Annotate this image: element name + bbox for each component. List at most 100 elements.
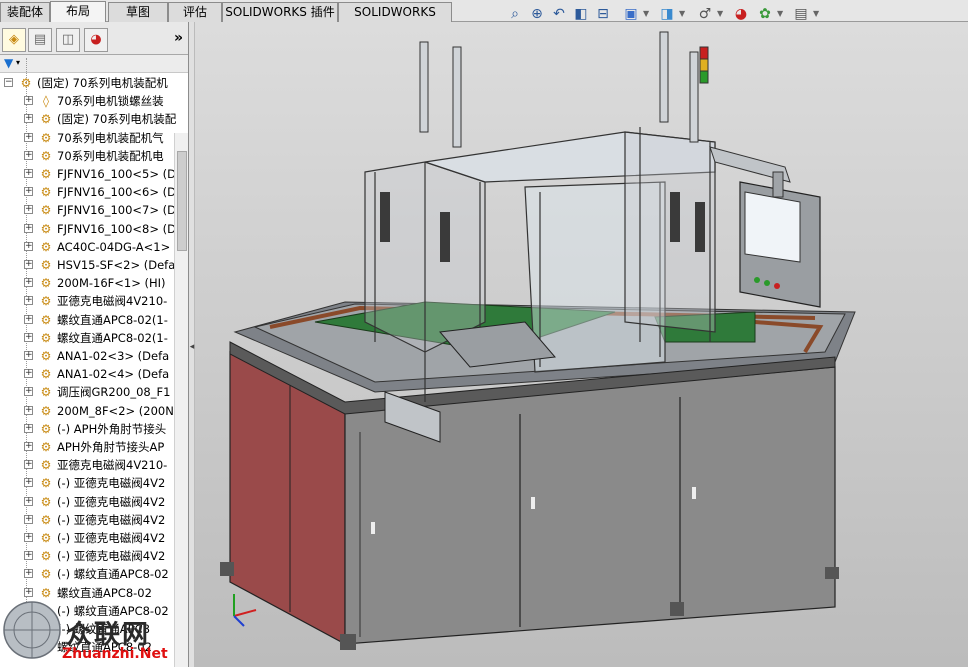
tab-evaluate[interactable]: 评估 xyxy=(168,2,222,22)
tree-item[interactable]: + ⚙ (-) 螺纹直通APC8-02 xyxy=(0,565,175,583)
configuration-manager-icon[interactable]: ◫ xyxy=(56,28,80,52)
expand-toggle-icon[interactable]: + xyxy=(24,169,33,178)
expand-toggle-icon[interactable]: + xyxy=(24,442,33,451)
tree-scrollbar[interactable] xyxy=(174,133,188,667)
tree-item[interactable]: + ⚙ AC40C-04DG-A<1> xyxy=(0,238,175,256)
previous-view-icon[interactable]: ↶ xyxy=(549,4,569,24)
tree-item[interactable]: + ⚙ (固定) 70系列电机装配 xyxy=(0,110,176,128)
expand-toggle-icon[interactable]: + xyxy=(24,205,33,215)
tree-item[interactable]: + ⚙ (-) 亚德克电磁阀4V2 xyxy=(0,493,175,511)
tree-item[interactable]: + ⚙ HSV15-SF<2> (Defa xyxy=(0,256,175,274)
chevron-down-icon[interactable]: ▼ xyxy=(813,6,821,22)
view-settings-icon[interactable]: ▤ xyxy=(791,4,811,24)
assembly-icon: ⚙ xyxy=(40,440,52,454)
tree-item[interactable]: + ⚙ FJFNV16_100<6> (D xyxy=(0,183,176,201)
tab-sketch[interactable]: 草图 xyxy=(108,2,168,22)
tree-item[interactable]: + ⚙ ANA1-02<4> (Defa xyxy=(0,365,175,383)
expand-toggle-icon[interactable]: − xyxy=(4,78,13,87)
expand-toggle-icon[interactable]: + xyxy=(24,478,33,488)
zoom-to-area-icon[interactable]: ⊕ xyxy=(527,4,547,24)
tree-item[interactable]: + ⚙ ANA1-02<3> (Defa xyxy=(0,347,175,365)
tree-item[interactable]: + ⚙ 螺纹直通APC8-02(1- xyxy=(0,329,175,347)
tree-item-label: (-) 亚德克电磁阀4V2 xyxy=(57,549,166,564)
expand-toggle-icon[interactable]: + xyxy=(24,314,33,324)
tree-item[interactable]: + ⚙ 200M_8F<2> (200N xyxy=(0,402,175,420)
tree-item[interactable]: + ⚙ 亚德克电磁阀4V210- xyxy=(0,292,175,310)
expand-toggle-icon[interactable]: + xyxy=(24,223,33,233)
tower-light-yellow xyxy=(699,58,709,72)
edit-appearance-icon[interactable]: ◕ xyxy=(731,4,751,24)
tab-solidworks-addins[interactable]: SOLIDWORKS 插件 xyxy=(222,2,338,22)
display-manager-icon[interactable]: ◕ xyxy=(84,28,108,52)
tree-item-label: 亚德克电磁阀4V210- xyxy=(57,294,168,309)
dynamic-annotation-icon[interactable]: ⊟ xyxy=(593,4,613,24)
expand-toggle-icon[interactable]: + xyxy=(24,114,33,124)
expand-toggle-icon[interactable]: + xyxy=(24,296,33,306)
expand-toggle-icon[interactable]: + xyxy=(24,132,33,142)
chevron-down-icon[interactable]: ▼ xyxy=(717,6,725,22)
tree-item[interactable]: + ⚙ (-) APH外角肘节接头 xyxy=(0,420,175,438)
expand-toggle-icon[interactable]: + xyxy=(24,278,33,288)
watermark-url: Zhuanzhi.Net xyxy=(62,646,168,662)
property-manager-icon[interactable]: ▤ xyxy=(28,28,52,52)
assembly-icon: ⚙ xyxy=(40,167,52,181)
expand-toggle-icon[interactable]: + xyxy=(24,332,33,342)
cylinder-rod xyxy=(689,51,699,143)
assembly-icon: ⚙ xyxy=(40,367,52,382)
tree-item[interactable]: + ⚙ (-) 亚德克电磁阀4V2 xyxy=(0,529,175,547)
expand-toggle-icon[interactable]: + xyxy=(24,369,33,379)
expand-toggle-icon[interactable]: + xyxy=(24,460,33,470)
tree-item[interactable]: + ⚙ (-) 亚德克电磁阀4V2 xyxy=(0,474,175,492)
expand-toggle-icon[interactable]: + xyxy=(24,569,33,579)
tab-layout[interactable]: 布局 xyxy=(50,1,106,23)
graphics-area[interactable] xyxy=(195,22,968,667)
hide-show-items-icon[interactable]: ♂ xyxy=(695,4,715,24)
tree-item[interactable]: + ⚙ (-) 亚德克电磁阀4V2 xyxy=(0,547,175,565)
tree-item[interactable]: + ⚙ APH外角肘节接头AP xyxy=(0,438,175,456)
expand-toggle-icon[interactable]: + xyxy=(24,405,33,415)
tree-root-item[interactable]: − ⚙ (固定) 70系列电机装配机 xyxy=(0,74,175,92)
expand-toggle-icon[interactable]: + xyxy=(24,533,33,542)
expand-toggle-icon[interactable]: + xyxy=(24,423,33,433)
tree-item[interactable]: + ⚙ (-) 亚德克电磁阀4V2 xyxy=(0,511,175,529)
expand-toggle-icon[interactable]: + xyxy=(24,496,33,506)
chevron-down-icon[interactable]: ▼ xyxy=(679,6,687,22)
expand-toggle-icon[interactable]: + xyxy=(24,260,33,269)
apply-scene-icon[interactable]: ✿ xyxy=(755,4,775,24)
expand-toggle-icon[interactable]: + xyxy=(24,150,33,160)
cabinet-foot xyxy=(825,567,839,579)
tree-item[interactable]: + ⚙ 70系列电机装配机电 xyxy=(0,147,175,165)
expand-toggle-icon[interactable]: + xyxy=(24,551,33,561)
assembly-model[interactable] xyxy=(195,22,968,667)
tree-item[interactable]: + ⚙ 调压阀GR200_08_F1 xyxy=(0,383,175,401)
chevron-down-icon[interactable]: ▼ xyxy=(643,6,651,22)
expand-toggle-icon[interactable]: + xyxy=(24,187,33,197)
expand-toggle-icon[interactable]: + xyxy=(24,514,33,524)
chevron-down-icon[interactable]: ▾ xyxy=(16,58,20,67)
expand-toggle-icon[interactable]: + xyxy=(24,351,33,360)
tree-item[interactable]: + ⚙ 亚德克电磁阀4V210- xyxy=(0,456,175,474)
tab-solidworks-mbd[interactable]: SOLIDWORKS MBD xyxy=(338,2,452,37)
expand-toggle-icon[interactable]: + xyxy=(24,96,33,106)
expand-toggle-icon[interactable]: + xyxy=(24,387,33,397)
door-handle xyxy=(371,522,375,534)
tree-item[interactable]: + ⚙ FJFNV16_100<8> (D xyxy=(0,220,176,238)
zoom-to-fit-icon[interactable]: ⌕ xyxy=(505,4,525,24)
tree-item[interactable]: + ⚙ FJFNV16_100<5> (D xyxy=(0,165,176,183)
filter-icon[interactable]: ▼ xyxy=(4,56,13,70)
tree-item[interactable]: + ⚙ 70系列电机装配机气 xyxy=(0,129,175,147)
expand-toggle-icon[interactable]: + xyxy=(24,241,33,251)
tree-item[interactable]: + ⚙ 螺纹直通APC8-02(1- xyxy=(0,311,175,329)
tree-item[interactable]: + ⚙ FJFNV16_100<7> (D xyxy=(0,201,176,219)
section-view-icon[interactable]: ◧ xyxy=(571,4,591,24)
display-style-icon[interactable]: ◨ xyxy=(657,4,677,24)
chevron-down-icon[interactable]: ▼ xyxy=(777,6,785,22)
tab-assembly[interactable]: 装配体 xyxy=(0,2,50,22)
feature-manager-tree-icon[interactable]: ◈ xyxy=(2,28,26,52)
scrollbar-thumb[interactable] xyxy=(177,151,187,251)
expand-panel-button[interactable]: » xyxy=(174,30,183,46)
tree-item[interactable]: + ◊ 70系列电机锁螺丝装 xyxy=(0,92,175,110)
cylinder-rod xyxy=(419,41,429,133)
view-orientation-icon[interactable]: ▣ xyxy=(621,4,641,24)
tree-item[interactable]: + ⚙ 200M-16F<1> (HI) xyxy=(0,274,175,292)
